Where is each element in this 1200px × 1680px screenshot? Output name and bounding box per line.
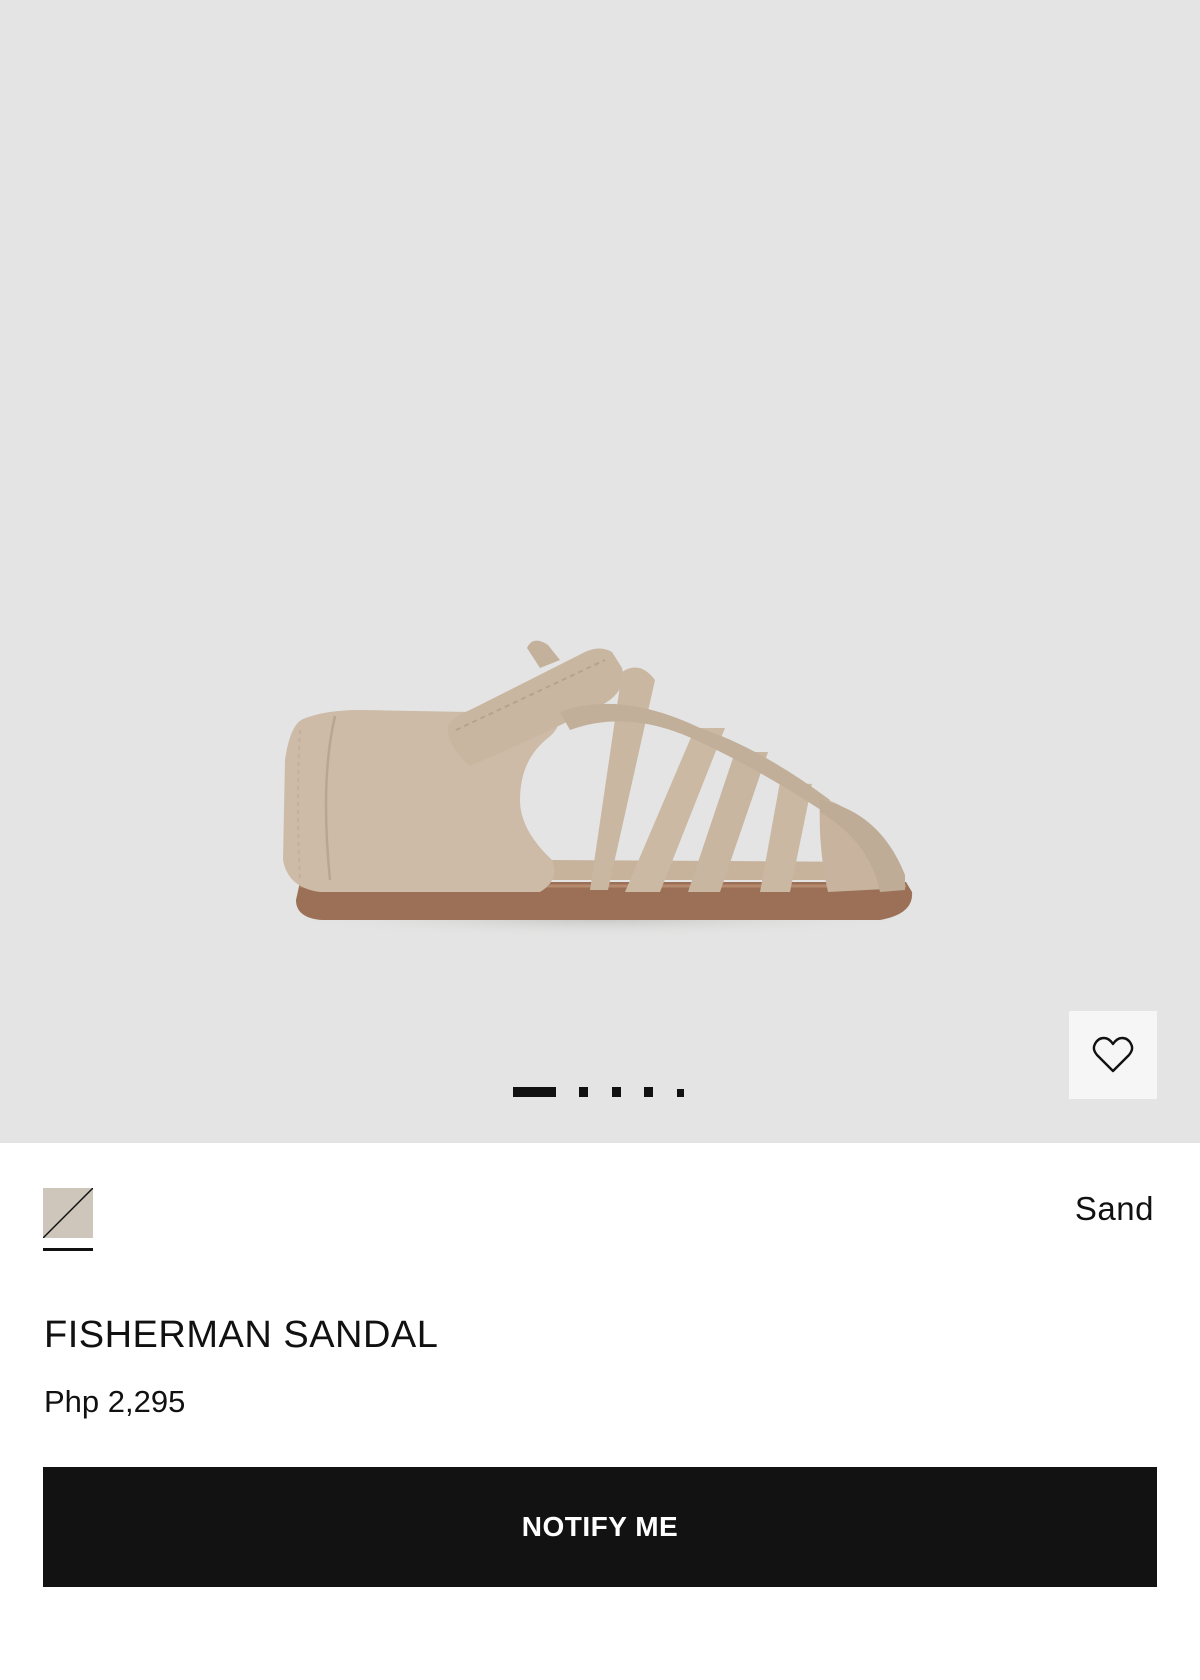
selected-swatch-indicator [43,1248,93,1251]
carousel-dot[interactable] [612,1087,621,1097]
heart-outline-icon [1092,1036,1134,1073]
notify-me-button[interactable]: NOTIFY ME [43,1467,1157,1587]
product-title: FISHERMAN SANDAL [44,1314,439,1356]
carousel-dot[interactable] [644,1087,653,1097]
carousel-dot-active[interactable] [513,1087,556,1097]
product-image [270,640,930,938]
wishlist-button[interactable] [1069,1011,1157,1099]
carousel-dot[interactable] [677,1089,684,1097]
product-price: Php 2,295 [44,1384,186,1419]
carousel-dot[interactable] [579,1087,588,1097]
product-image-gallery[interactable] [0,0,1200,1143]
carousel-indicators [0,1087,1200,1099]
color-swatch-sand[interactable] [43,1188,93,1238]
swatch-diagonal [43,1188,93,1238]
selected-color-name: Sand [1074,1190,1154,1227]
